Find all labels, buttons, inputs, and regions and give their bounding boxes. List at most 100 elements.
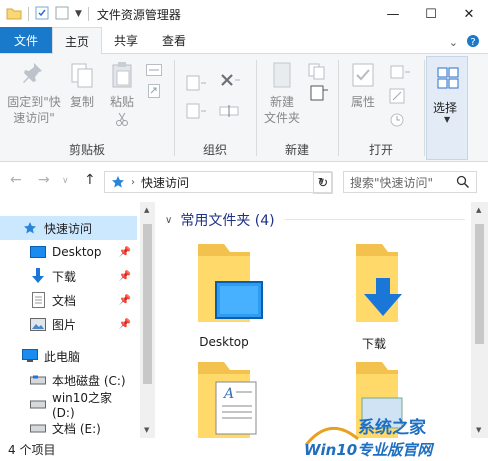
star-icon bbox=[22, 220, 38, 236]
sidebar-item-pictures[interactable]: 图片 📌 bbox=[0, 312, 137, 336]
properties-check-icon[interactable] bbox=[35, 6, 49, 23]
back-arrow-icon[interactable]: ← bbox=[10, 172, 22, 188]
select-grid-icon bbox=[437, 67, 459, 89]
download-arrow-icon bbox=[30, 268, 46, 284]
nav-pane-scrollbar[interactable]: ▲ ▼ bbox=[140, 202, 155, 438]
up-arrow-icon[interactable]: ↑ bbox=[84, 172, 96, 188]
easy-access-icon[interactable] bbox=[309, 84, 329, 105]
tab-file[interactable]: 文件 bbox=[0, 27, 53, 53]
edit-icon[interactable] bbox=[389, 88, 405, 107]
new-folder-qa-icon[interactable] bbox=[55, 6, 69, 23]
collapse-ribbon-chevron-icon[interactable]: ⌄ bbox=[449, 36, 458, 49]
refresh-icon[interactable]: ↻ bbox=[313, 172, 333, 194]
sidebar-item-this-pc[interactable]: 此电脑 bbox=[0, 344, 137, 368]
chevron-down-icon: ▼ bbox=[444, 115, 451, 124]
folder-tile-downloads[interactable]: 下载 bbox=[319, 242, 429, 352]
new-group: 新建 文件夹 新建 bbox=[257, 54, 337, 162]
desktop-icon bbox=[30, 244, 46, 260]
pin-to-quick-access-button[interactable]: 固定到"快 速访问" bbox=[4, 60, 64, 126]
open-icon[interactable] bbox=[389, 64, 411, 83]
svg-text:Win10专业版官网: Win10专业版官网 bbox=[304, 441, 435, 459]
sidebar-item-drive-e[interactable]: 文档 (E:) bbox=[0, 416, 137, 440]
sidebar-item-quick-access[interactable]: 快速访问 bbox=[0, 216, 137, 240]
divider bbox=[87, 7, 89, 21]
documents-folder-icon: A bbox=[198, 362, 257, 438]
copy-button[interactable]: 复制 bbox=[64, 60, 100, 110]
ribbon-panel: 固定到"快 速访问" 复制 粘贴 剪贴板 组织 新建 文件夹 新建 属性 打开 … bbox=[0, 54, 488, 162]
search-icon bbox=[456, 175, 470, 189]
pin-icon[interactable]: 📌 bbox=[119, 295, 131, 306]
tab-home[interactable]: 主页 bbox=[52, 27, 103, 54]
move-to-icon[interactable] bbox=[185, 74, 207, 95]
scroll-up-icon[interactable]: ▲ bbox=[476, 206, 481, 214]
scroll-up-icon[interactable]: ▲ bbox=[144, 206, 149, 214]
recent-locations-chevron-icon[interactable]: ∨ bbox=[62, 176, 69, 186]
organize-group: 组织 bbox=[175, 54, 255, 162]
collapse-chevron-icon: ∨ bbox=[165, 214, 173, 226]
properties-check-icon bbox=[352, 63, 374, 87]
search-input[interactable]: 搜索"快速访问" bbox=[343, 171, 477, 193]
history-icon[interactable] bbox=[389, 112, 405, 131]
forward-arrow-icon[interactable]: → bbox=[38, 172, 50, 188]
rename-icon[interactable] bbox=[219, 104, 239, 121]
breadcrumb[interactable]: 快速访问 bbox=[141, 174, 189, 191]
picture-icon bbox=[30, 316, 46, 332]
drive-icon bbox=[30, 420, 46, 436]
close-button[interactable]: ✕ bbox=[450, 0, 488, 28]
maximize-button[interactable]: ☐ bbox=[412, 0, 450, 28]
address-bar[interactable]: › 快速访问 ∨ bbox=[104, 171, 332, 193]
sidebar-item-documents[interactable]: 文档 📌 bbox=[0, 288, 137, 312]
scroll-down-icon[interactable]: ▼ bbox=[144, 426, 149, 434]
drive-icon bbox=[30, 396, 46, 412]
divider bbox=[285, 219, 465, 220]
document-icon bbox=[30, 292, 46, 308]
pin-icon[interactable]: 📌 bbox=[119, 247, 131, 258]
new-item-icon[interactable] bbox=[307, 62, 329, 83]
tab-view[interactable]: 查看 bbox=[150, 27, 198, 53]
folder-tile-desktop[interactable]: Desktop bbox=[169, 242, 279, 349]
paste-shortcut-icon[interactable] bbox=[148, 84, 160, 101]
paste-icon bbox=[112, 62, 132, 88]
pin-icon bbox=[23, 63, 42, 83]
computer-icon bbox=[22, 348, 38, 364]
clipboard-group: 固定到"快 速访问" 复制 粘贴 剪贴板 bbox=[0, 54, 162, 162]
scrollbar-thumb[interactable] bbox=[143, 224, 152, 384]
delete-icon[interactable] bbox=[219, 72, 241, 93]
sidebar-item-desktop[interactable]: Desktop 📌 bbox=[0, 240, 137, 264]
navigation-bar: ← → ∨ ↑ › 快速访问 ∨ ↻ 搜索"快速访问" bbox=[0, 162, 488, 202]
paste-button[interactable]: 粘贴 bbox=[104, 60, 140, 126]
select-button[interactable]: 选择 ▼ bbox=[426, 56, 468, 160]
drive-icon bbox=[30, 372, 46, 388]
sidebar-item-drive-d[interactable]: win10之家 (D:) bbox=[0, 391, 137, 420]
minimize-button[interactable]: — bbox=[374, 0, 412, 28]
properties-button[interactable]: 属性 bbox=[343, 60, 383, 110]
copy-to-icon[interactable] bbox=[185, 102, 207, 123]
sidebar-item-downloads[interactable]: 下载 📌 bbox=[0, 264, 137, 288]
customize-qa-chevron-icon[interactable]: ▼ bbox=[75, 9, 82, 19]
tab-share[interactable]: 共享 bbox=[102, 27, 150, 53]
copy-path-icon[interactable] bbox=[146, 64, 162, 79]
folder-tile-documents[interactable]: A bbox=[169, 360, 279, 438]
help-icon[interactable]: ? bbox=[466, 34, 480, 51]
star-icon bbox=[112, 176, 124, 188]
file-list-pane: ∨ 常用文件夹 (4) Desktop 下载 A bbox=[155, 202, 471, 438]
quick-access-toolbar: ▼ bbox=[0, 0, 89, 28]
new-folder-button[interactable]: 新建 文件夹 bbox=[259, 60, 305, 126]
downloads-folder-icon bbox=[356, 244, 402, 322]
svg-text:A: A bbox=[222, 386, 234, 402]
content-scrollbar[interactable]: ▲ ▼ bbox=[471, 202, 488, 438]
pin-icon[interactable]: 📌 bbox=[119, 319, 131, 330]
divider bbox=[28, 7, 29, 21]
watermark-logo: 系统之家 Win10专业版官网 bbox=[304, 417, 435, 459]
svg-text:?: ? bbox=[470, 37, 475, 48]
scrollbar-thumb[interactable] bbox=[475, 224, 484, 344]
open-group: 属性 打开 bbox=[339, 54, 423, 162]
pin-icon[interactable]: 📌 bbox=[119, 271, 131, 282]
cut-scissors-icon[interactable] bbox=[115, 112, 129, 126]
desktop-folder-icon bbox=[198, 244, 263, 322]
divider bbox=[424, 60, 425, 156]
group-header[interactable]: ∨ 常用文件夹 (4) bbox=[165, 210, 275, 230]
new-folder-icon bbox=[273, 62, 291, 88]
copy-icon bbox=[71, 63, 93, 88]
folder-icon bbox=[6, 6, 22, 23]
